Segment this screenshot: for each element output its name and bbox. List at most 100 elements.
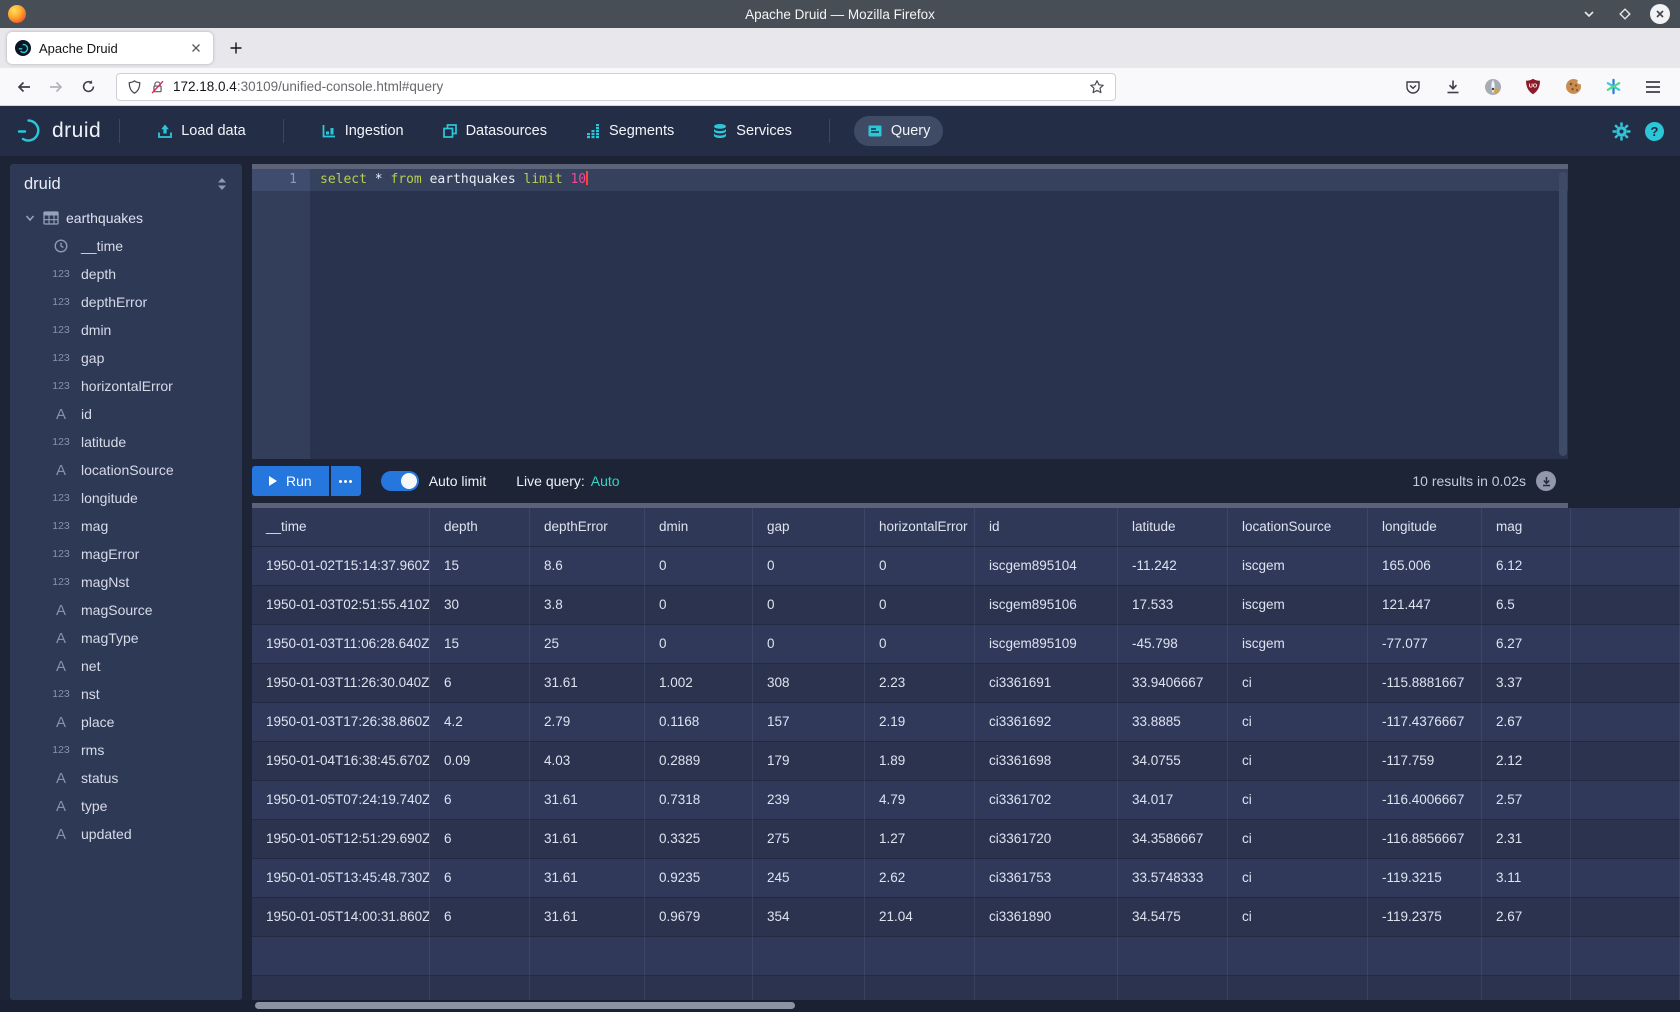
horizontal-scrollbar[interactable]	[0, 1000, 1680, 1012]
sidebar-column-net[interactable]: Anet	[10, 652, 242, 680]
table-cell[interactable]: 121.447	[1368, 586, 1482, 625]
back-button-icon[interactable]	[8, 72, 40, 102]
table-cell[interactable]: 0.09	[430, 742, 530, 781]
table-cell[interactable]: iscgem	[1228, 625, 1368, 664]
table-cell[interactable]: -117.4376667	[1368, 703, 1482, 742]
run-more-options-button[interactable]	[331, 466, 361, 496]
table-cell[interactable]: ci3361698	[975, 742, 1118, 781]
run-button[interactable]: Run	[252, 466, 329, 496]
table-cell[interactable]: ci3361753	[975, 859, 1118, 898]
sidebar-column-depth[interactable]: 123depth	[10, 260, 242, 288]
table-cell[interactable]: 1.27	[865, 820, 975, 859]
nav-item-segments[interactable]: Segments	[572, 116, 687, 146]
table-cell[interactable]: 0	[753, 586, 865, 625]
extension-asterisk-icon[interactable]	[1598, 72, 1628, 102]
table-cell[interactable]: 4.2	[430, 703, 530, 742]
table-cell[interactable]: ci3361691	[975, 664, 1118, 703]
sidebar-column-status[interactable]: Astatus	[10, 764, 242, 792]
sidebar-column-dmin[interactable]: 123dmin	[10, 316, 242, 344]
table-cell[interactable]: ci3361692	[975, 703, 1118, 742]
new-tab-button[interactable]	[221, 33, 251, 63]
table-cell[interactable]: 6	[430, 859, 530, 898]
sidebar-column-place[interactable]: Aplace	[10, 708, 242, 736]
table-cell[interactable]: 239	[753, 781, 865, 820]
table-cell[interactable]: 31.61	[530, 859, 645, 898]
table-cell[interactable]: 1950-01-03T02:51:55.410Z	[252, 586, 430, 625]
table-cell[interactable]: 6	[430, 781, 530, 820]
table-cell[interactable]: ci	[1228, 820, 1368, 859]
table-cell[interactable]: 31.61	[530, 820, 645, 859]
ublock-origin-icon[interactable]: UO	[1518, 72, 1548, 102]
table-cell[interactable]: 245	[753, 859, 865, 898]
table-cell[interactable]: -119.3215	[1368, 859, 1482, 898]
table-cell[interactable]: -77.077	[1368, 625, 1482, 664]
nav-item-load-data[interactable]: Load data	[144, 116, 259, 146]
table-cell[interactable]: 3.11	[1482, 859, 1571, 898]
table-cell[interactable]: ci	[1228, 781, 1368, 820]
table-cell[interactable]: ci	[1228, 859, 1368, 898]
sidebar-column-depthError[interactable]: 123depthError	[10, 288, 242, 316]
hamburger-menu-icon[interactable]	[1638, 72, 1668, 102]
table-cell[interactable]: 33.5748333	[1118, 859, 1228, 898]
sidebar-column-horizontalError[interactable]: 123horizontalError	[10, 372, 242, 400]
table-cell[interactable]: 2.57	[1482, 781, 1571, 820]
help-icon[interactable]: ?	[1645, 122, 1664, 141]
window-minimize-icon[interactable]	[1578, 3, 1600, 25]
table-cell[interactable]: 0.2889	[645, 742, 753, 781]
scrollbar-thumb[interactable]	[255, 1002, 795, 1009]
sidebar-column-gap[interactable]: 123gap	[10, 344, 242, 372]
table-cell[interactable]: 1950-01-02T15:14:37.960Z	[252, 547, 430, 586]
table-cell[interactable]: ci3361702	[975, 781, 1118, 820]
table-cell[interactable]: iscgem	[1228, 586, 1368, 625]
bookmark-star-icon[interactable]	[1089, 79, 1105, 95]
table-cell[interactable]: 2.19	[865, 703, 975, 742]
table-cell[interactable]: 2.67	[1482, 703, 1571, 742]
auto-limit-toggle[interactable]	[381, 471, 419, 491]
table-cell[interactable]: 4.79	[865, 781, 975, 820]
table-cell[interactable]: 0	[645, 547, 753, 586]
table-cell[interactable]: iscgem895109	[975, 625, 1118, 664]
table-cell[interactable]: 1.89	[865, 742, 975, 781]
table-cell[interactable]: 0.1168	[645, 703, 753, 742]
table-cell[interactable]: 1950-01-03T11:06:28.640Z	[252, 625, 430, 664]
cookie-icon[interactable]	[1558, 72, 1588, 102]
sidebar-column-magError[interactable]: 123magError	[10, 540, 242, 568]
table-cell[interactable]: 179	[753, 742, 865, 781]
table-cell[interactable]: 33.9406667	[1118, 664, 1228, 703]
table-cell[interactable]: 1950-01-03T17:26:38.860Z	[252, 703, 430, 742]
table-cell[interactable]: 0.9679	[645, 898, 753, 937]
table-cell[interactable]: ci3361890	[975, 898, 1118, 937]
table-cell[interactable]: 34.5475	[1118, 898, 1228, 937]
druid-brand[interactable]: druid	[16, 117, 101, 145]
table-cell[interactable]: 6	[430, 898, 530, 937]
table-cell[interactable]: 31.61	[530, 664, 645, 703]
column-header[interactable]: depthError	[530, 508, 645, 547]
settings-gear-icon[interactable]	[1612, 122, 1631, 141]
column-header[interactable]: gap	[753, 508, 865, 547]
downloads-icon[interactable]	[1438, 72, 1468, 102]
table-cell[interactable]: 0	[865, 586, 975, 625]
table-cell[interactable]: 31.61	[530, 898, 645, 937]
scrollbar-thumb[interactable]	[1559, 172, 1567, 456]
reload-button-icon[interactable]	[72, 72, 104, 102]
sidebar-column-rms[interactable]: 123rms	[10, 736, 242, 764]
column-header[interactable]: latitude	[1118, 508, 1228, 547]
table-cell[interactable]: 2.23	[865, 664, 975, 703]
sidebar-column-mag[interactable]: 123mag	[10, 512, 242, 540]
table-cell[interactable]: 0	[645, 625, 753, 664]
table-cell[interactable]: -45.798	[1118, 625, 1228, 664]
table-cell[interactable]: 8.6	[530, 547, 645, 586]
table-cell[interactable]: -117.759	[1368, 742, 1482, 781]
table-cell[interactable]: 3.37	[1482, 664, 1571, 703]
table-cell[interactable]: 2.31	[1482, 820, 1571, 859]
table-cell[interactable]: 2.67	[1482, 898, 1571, 937]
privacy-badger-icon[interactable]	[1478, 72, 1508, 102]
column-header[interactable]: mag	[1482, 508, 1571, 547]
table-cell[interactable]: 0	[645, 586, 753, 625]
sidebar-column-locationSource[interactable]: AlocationSource	[10, 456, 242, 484]
table-cell[interactable]: 6.27	[1482, 625, 1571, 664]
sidebar-column-magNst[interactable]: 123magNst	[10, 568, 242, 596]
sidebar-column-type[interactable]: Atype	[10, 792, 242, 820]
sidebar-column-magSource[interactable]: AmagSource	[10, 596, 242, 624]
column-header[interactable]: longitude	[1368, 508, 1482, 547]
